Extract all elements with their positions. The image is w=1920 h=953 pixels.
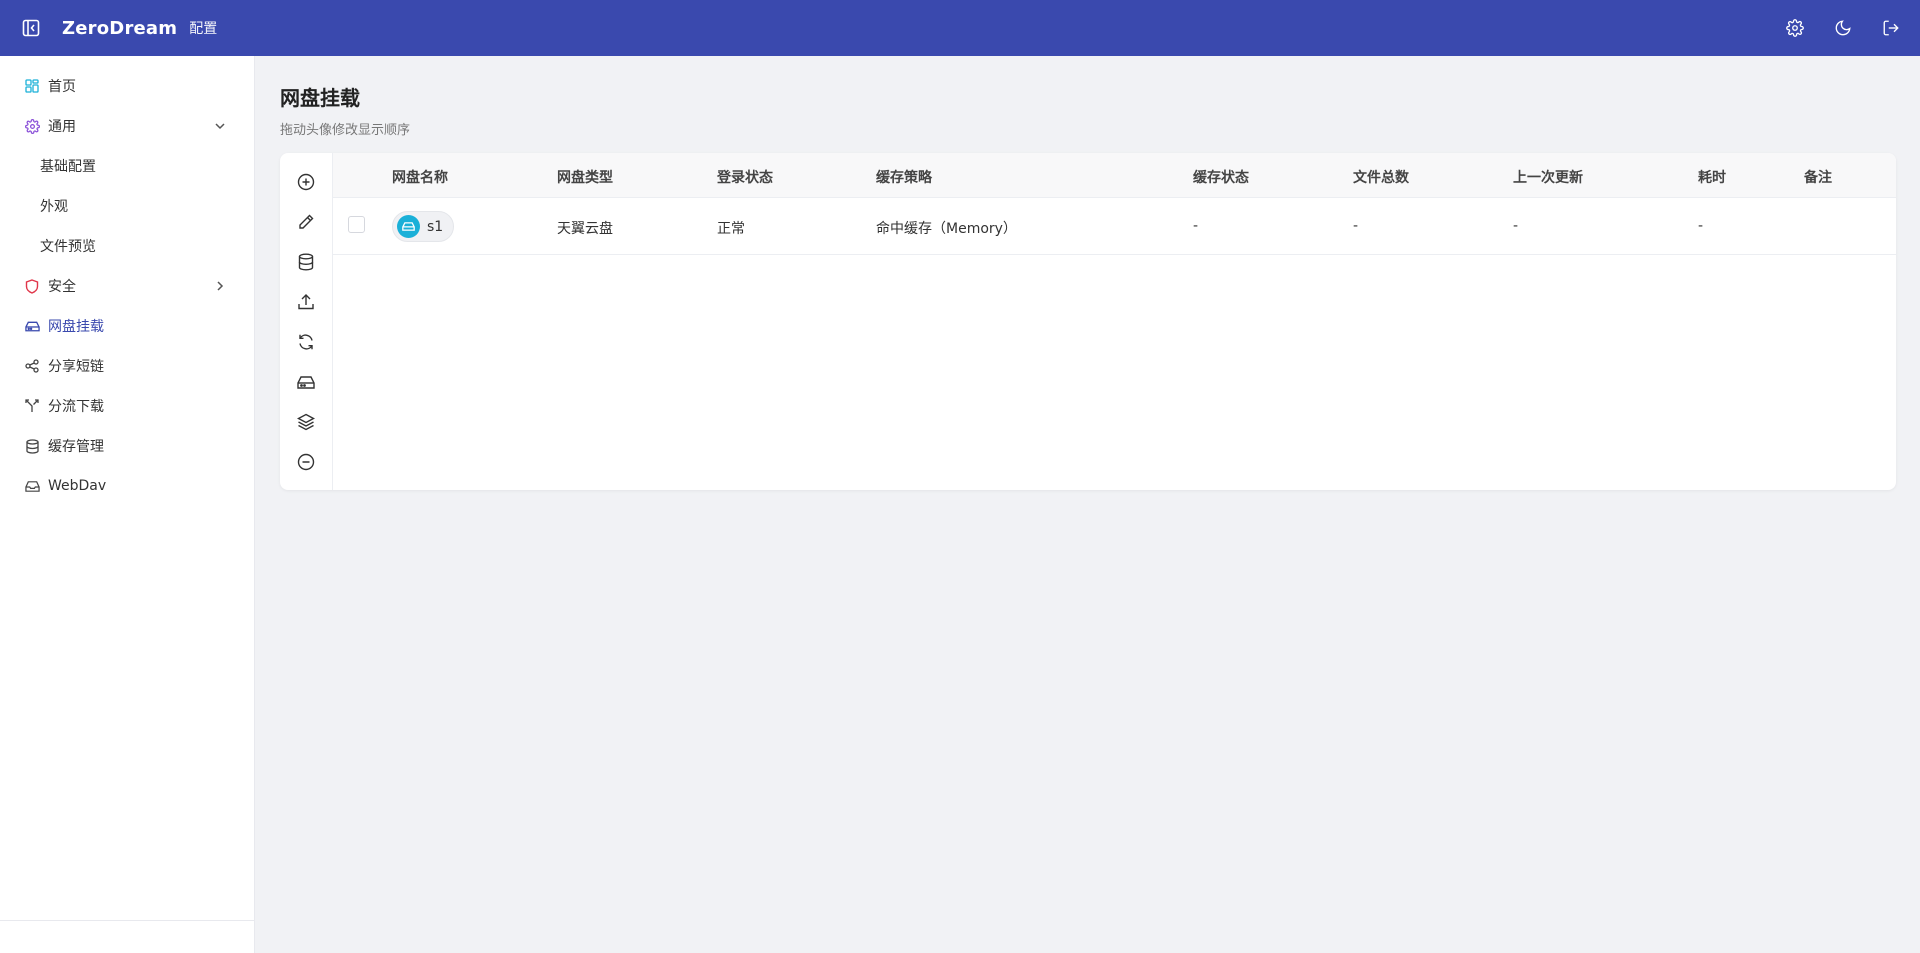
split-icon — [24, 398, 40, 414]
top-bar: ZeroDream 配置 — [0, 0, 1920, 56]
cache-policy: 命中缓存（Memory） — [876, 221, 1017, 237]
row-checkbox[interactable] — [348, 216, 365, 233]
table-header: 网盘名称 网盘类型 登录状态 缓存策略 缓存状态 文件总数 上一次更新 耗时 备… — [333, 153, 1896, 198]
column-header[interactable]: 上一次更新 — [1513, 167, 1583, 187]
moon-icon[interactable] — [1830, 15, 1856, 41]
column-header[interactable]: 耗时 — [1698, 167, 1726, 187]
page-title: 网盘挂载 — [280, 86, 360, 110]
inbox-icon — [24, 478, 40, 494]
sidebar: 首页 通用 基础配置 外观 文件预览 安全 网盘挂载 分享短链 分流下载 缓存管… — [0, 56, 255, 953]
sidebar-item-webdav[interactable]: WebDav — [0, 466, 254, 506]
add-icon[interactable] — [291, 167, 321, 197]
duration: - — [1698, 218, 1704, 234]
drive-avatar[interactable] — [397, 215, 420, 238]
remove-icon[interactable] — [291, 447, 321, 477]
sidebar-item-label: 分享短链 — [48, 359, 104, 375]
share-icon — [24, 358, 40, 374]
edit-icon[interactable] — [291, 207, 321, 237]
sidebar-collapse-icon[interactable] — [18, 15, 44, 41]
file-count: - — [1353, 218, 1359, 234]
column-header[interactable]: 登录状态 — [717, 167, 773, 187]
table-toolbar — [280, 153, 333, 490]
sidebar-item-label: 安全 — [48, 279, 76, 295]
sidebar-item-label: 首页 — [48, 79, 76, 95]
database-icon — [24, 438, 40, 454]
sidebar-divider — [0, 920, 255, 921]
database-icon[interactable] — [291, 247, 321, 277]
table-row[interactable]: s1 天翼云盘 正常 命中缓存（Memory） - - - - — [333, 198, 1896, 255]
sidebar-item-appearance[interactable]: 外观 — [0, 186, 254, 226]
sidebar-item-label: 基础配置 — [40, 159, 96, 175]
login-status: 正常 — [717, 221, 745, 237]
sidebar-item-split-download[interactable]: 分流下载 — [0, 386, 254, 426]
last-update: - — [1513, 218, 1519, 234]
grid-icon — [24, 78, 40, 94]
sidebar-item-security[interactable]: 安全 — [0, 266, 254, 306]
page-subtitle: 拖动头像修改显示顺序 — [280, 123, 411, 138]
sidebar-item-label: 网盘挂载 — [48, 319, 104, 335]
column-header[interactable]: 备注 — [1804, 167, 1832, 187]
chevron-down-icon — [212, 118, 228, 134]
drive-icon[interactable] — [291, 367, 321, 397]
sidebar-item-drive-mount[interactable]: 网盘挂载 — [0, 306, 254, 346]
chevron-right-icon — [212, 278, 228, 294]
sidebar-item-home[interactable]: 首页 — [0, 66, 254, 106]
layers-icon[interactable] — [291, 407, 321, 437]
shield-icon — [24, 278, 40, 294]
column-header[interactable]: 缓存策略 — [876, 167, 932, 187]
logout-icon[interactable] — [1878, 15, 1904, 41]
breadcrumb: 配置 — [189, 21, 218, 37]
upload-icon[interactable] — [291, 287, 321, 317]
sidebar-item-label: 文件预览 — [40, 239, 96, 255]
sidebar-item-share-link[interactable]: 分享短链 — [0, 346, 254, 386]
sidebar-item-label: 通用 — [48, 119, 76, 135]
drive-type: 天翼云盘 — [557, 221, 613, 237]
sidebar-item-label: 外观 — [40, 199, 68, 215]
drive-table: 网盘名称 网盘类型 登录状态 缓存策略 缓存状态 文件总数 上一次更新 耗时 备… — [333, 153, 1896, 255]
sidebar-item-label: 分流下载 — [48, 399, 104, 415]
drive-icon — [24, 318, 40, 334]
drive-name: s1 — [427, 218, 444, 235]
sidebar-item-basic-config[interactable]: 基础配置 — [0, 146, 254, 186]
main-content: 网盘挂载 拖动头像修改显示顺序 网盘名称 网盘类型 登录状态 缓存策略 缓存状态… — [280, 56, 1896, 490]
drive-name-chip[interactable]: s1 — [392, 211, 455, 242]
gear-icon — [24, 118, 40, 134]
column-header[interactable]: 文件总数 — [1353, 167, 1409, 187]
gear-icon[interactable] — [1782, 15, 1808, 41]
sidebar-item-file-preview[interactable]: 文件预览 — [0, 226, 254, 266]
sidebar-item-label: WebDav — [48, 478, 107, 494]
app-brand: ZeroDream — [62, 17, 178, 39]
sidebar-item-general[interactable]: 通用 — [0, 106, 254, 146]
cache-status: - — [1193, 218, 1199, 234]
drive-table-card: 网盘名称 网盘类型 登录状态 缓存策略 缓存状态 文件总数 上一次更新 耗时 备… — [280, 153, 1896, 490]
column-header[interactable]: 网盘类型 — [557, 167, 613, 187]
sidebar-item-cache[interactable]: 缓存管理 — [0, 426, 254, 466]
column-header[interactable]: 网盘名称 — [392, 167, 448, 187]
refresh-icon[interactable] — [291, 327, 321, 357]
sidebar-item-label: 缓存管理 — [48, 439, 104, 455]
column-header[interactable]: 缓存状态 — [1193, 167, 1249, 187]
